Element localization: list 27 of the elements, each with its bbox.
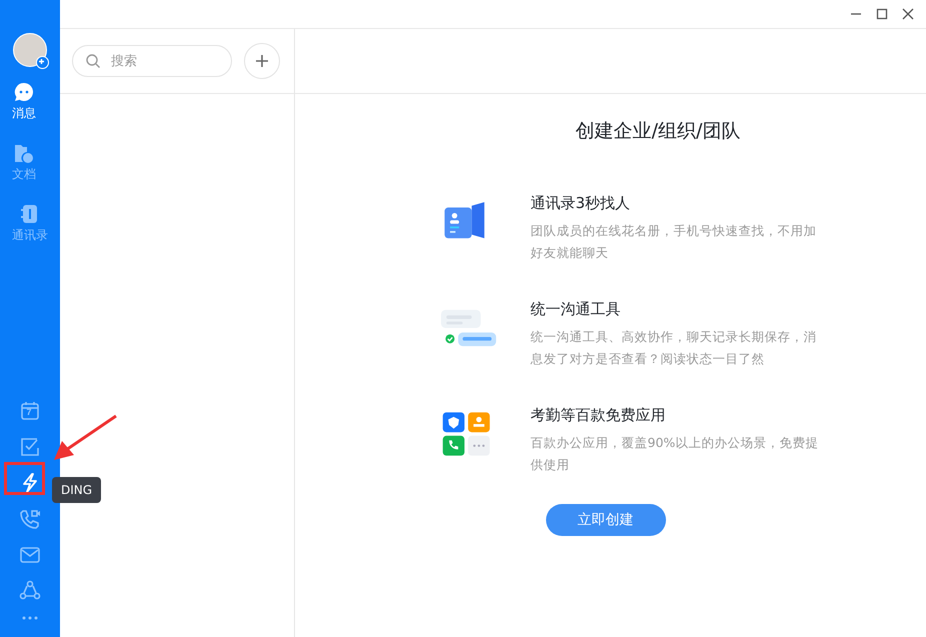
feature-title: 考勤等百款免费应用: [530, 406, 666, 425]
plus-icon: [37, 57, 46, 66]
search-field[interactable]: 搜索: [109, 52, 223, 70]
add-button[interactable]: [244, 43, 280, 79]
chat-bubble-icon: [13, 81, 35, 103]
maximize-icon[interactable]: [876, 8, 888, 20]
close-icon[interactable]: [902, 8, 914, 20]
feature-description: 百款办公应用，覆盖90%以上的办公场景，免费提供使用: [530, 434, 820, 474]
page-title: 创建企业/组织/团队: [576, 119, 740, 144]
folder-cloud-icon: [13, 142, 35, 164]
avatar[interactable]: [13, 33, 47, 67]
feature-description: 团队成员的在线花名册，手机号快速查找，不用加好友就能聊天: [530, 222, 818, 262]
phone-video-icon[interactable]: [18, 507, 42, 531]
plus-icon: [255, 54, 269, 68]
tooltip: DING: [52, 477, 102, 503]
sidebar-tab[interactable]: 通讯录: [12, 203, 48, 244]
sidebar-tab[interactable]: 消息: [12, 81, 36, 122]
todo-icon[interactable]: [18, 435, 42, 459]
feature-title: 统一沟通工具: [530, 300, 622, 319]
feature-title: 通讯录3秒找人: [530, 194, 632, 213]
search-icon: [85, 53, 101, 69]
search-box[interactable]: 搜索: [72, 45, 232, 77]
feature-description: 统一沟通工具、高效协作，聊天记录长期保存，消息发了对方是否查看？阅读状态一目了然: [530, 328, 818, 368]
highlight-frame: [4, 462, 45, 495]
sidebar-tab[interactable]: 文档: [12, 142, 36, 183]
create-button[interactable]: 立即创建: [546, 504, 666, 536]
more-icon[interactable]: [21, 615, 39, 621]
